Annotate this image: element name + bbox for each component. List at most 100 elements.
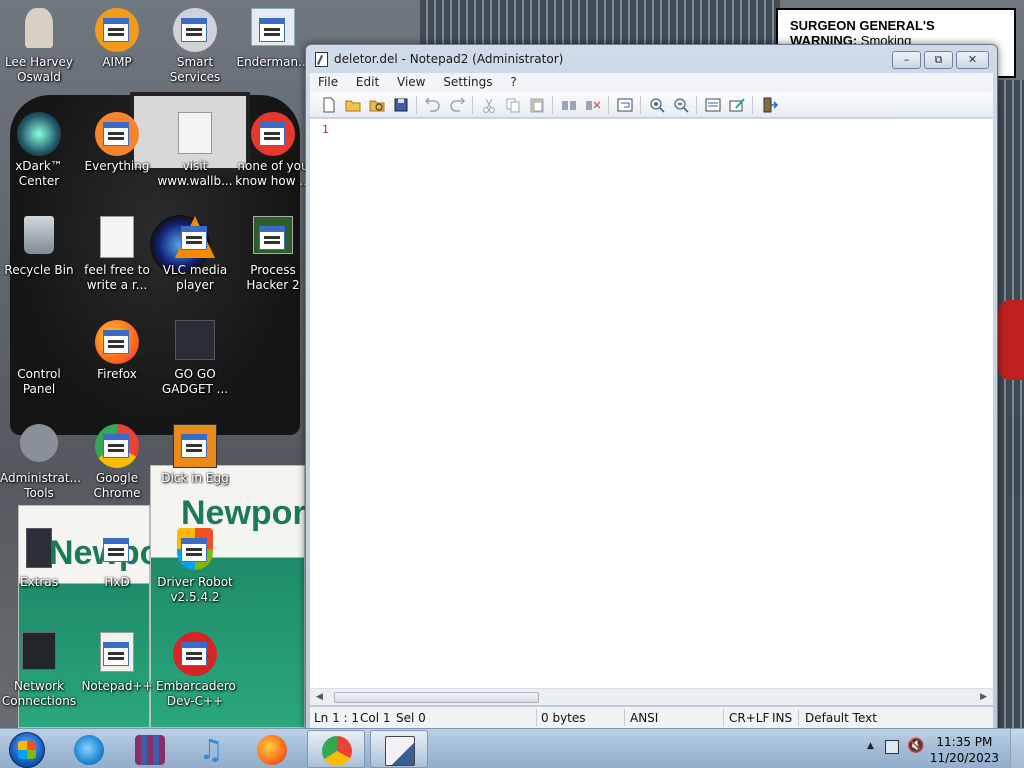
horizontal-scrollbar[interactable]: ◀ ▶ (310, 688, 993, 705)
desktop-icon-dick-in-egg[interactable]: Dick in Egg (156, 424, 234, 486)
close-button[interactable]: ✕ (956, 51, 989, 69)
desktop-icon-hxd[interactable]: HxD (78, 528, 156, 590)
chrome-icon (95, 424, 139, 468)
hex-editor-icon (95, 528, 139, 572)
customize-scheme-icon[interactable] (728, 96, 746, 114)
maximize-button[interactable]: ⧉ (924, 51, 953, 69)
taskbar-itunes[interactable]: ♫ (182, 730, 240, 768)
zoom-out-icon[interactable] (672, 96, 690, 114)
start-button[interactable] (4, 730, 50, 768)
desktop-icon-aimp[interactable]: AIMP (78, 8, 156, 70)
desktop-icon-recycle-bin[interactable]: Recycle Bin (0, 216, 78, 278)
dev-cpp-icon (173, 632, 217, 676)
menu-help[interactable]: ? (502, 73, 522, 89)
desktop-icon-dev-cpp[interactable]: Embarcadero Dev-C++ (156, 632, 236, 709)
xdark-icon (17, 112, 61, 156)
firefox-icon (95, 320, 139, 364)
restore-icon: ⧉ (934, 53, 943, 66)
status-line: Ln 1 : 1 (314, 711, 360, 725)
status-line-endings[interactable]: CR+LF (729, 711, 769, 725)
scheme-icon[interactable] (704, 96, 722, 114)
menu-edit[interactable]: Edit (348, 73, 385, 89)
application-icon (173, 424, 217, 468)
chrome-icon (322, 736, 352, 766)
zoom-in-icon[interactable] (648, 96, 666, 114)
desktop-icon-enderman[interactable]: Enderman... (234, 8, 312, 70)
desktop-icon-firefox[interactable]: Firefox (78, 320, 156, 382)
minimize-icon: – (903, 53, 910, 66)
process-hacker-icon (251, 216, 295, 260)
status-bar: Ln 1 : 1 Col 1 Sel 0 0 bytes ANSI CR+LF … (310, 707, 993, 728)
exit-icon[interactable] (760, 96, 778, 114)
notepad2-window[interactable]: deletor.del - Notepad2 (Administrator) –… (305, 44, 998, 729)
desktop-icon-extras[interactable]: Extras (0, 528, 78, 590)
network-icon (17, 632, 61, 676)
firefox-icon (257, 735, 287, 765)
notepad2-icon (315, 52, 328, 67)
character-icon (17, 8, 61, 52)
status-encoding[interactable]: ANSI (630, 711, 658, 725)
menu-settings[interactable]: Settings (435, 73, 498, 89)
desktop-icon-visit-wallb[interactable]: visit www.wallb... (156, 112, 234, 189)
open-folder-icon[interactable] (344, 96, 362, 114)
desktop-icon-lee-harvey-oswald[interactable]: Lee Harvey Oswald (0, 8, 78, 85)
show-desktop-button[interactable] (1010, 729, 1024, 768)
gear-icon (17, 424, 61, 468)
paste-icon[interactable] (528, 96, 546, 114)
undo-icon[interactable] (424, 96, 442, 114)
clock-date: 11/20/2023 (929, 751, 999, 765)
replace-icon[interactable] (584, 96, 602, 114)
menu-view[interactable]: View (389, 73, 431, 89)
clock-time: 11:35 PM (936, 735, 993, 749)
cut-icon[interactable] (480, 96, 498, 114)
find-icon[interactable] (560, 96, 578, 114)
desktop-icon-everything[interactable]: Everything (78, 112, 156, 174)
desktop-icon-none-of-you[interactable]: none of you know how ... (234, 112, 312, 189)
toolbar (310, 92, 993, 118)
scroll-left-icon[interactable]: ◀ (316, 692, 323, 702)
taskbar-winrar[interactable] (121, 730, 179, 768)
menu-file[interactable]: File (310, 73, 344, 89)
desktop-icon-vlc[interactable]: VLC media player (156, 216, 234, 293)
desktop-icon-driver-robot[interactable]: Driver Robot v2.5.4.2 (156, 528, 234, 605)
taskbar-notepad2[interactable] (370, 730, 428, 768)
taskbar-firefox[interactable] (243, 730, 301, 768)
save-icon[interactable] (392, 96, 410, 114)
window-titlebar[interactable]: deletor.del - Notepad2 (Administrator) –… (306, 45, 997, 73)
windows-logo-icon (18, 741, 36, 759)
vlc-icon (173, 216, 217, 260)
taskbar-internet-explorer[interactable] (60, 730, 118, 768)
desktop-icon-notepad-plus-plus[interactable]: Notepad++ (78, 632, 156, 694)
redo-icon[interactable] (448, 96, 466, 114)
desktop-icon-control-panel[interactable]: Control Panel (0, 320, 78, 397)
desktop-icon-feel-free[interactable]: feel free to write a r... (78, 216, 156, 293)
desktop-icon-admin-tools[interactable]: Administrat... Tools (0, 424, 81, 501)
desktop-icon-go-go-gadget[interactable]: GO GO GADGET ... (156, 320, 234, 397)
desktop-icon-process-hacker[interactable]: Process Hacker 2 (234, 216, 312, 293)
desktop-icon-google-chrome[interactable]: Google Chrome (78, 424, 156, 501)
scrollbar-thumb[interactable] (334, 692, 539, 703)
word-wrap-icon[interactable] (616, 96, 634, 114)
browse-icon[interactable] (368, 96, 386, 114)
status-size: 0 bytes (541, 711, 586, 725)
volume-muted-icon[interactable]: 🔇 (907, 738, 924, 754)
desktop-icon-network-connections[interactable]: Network Connections (0, 632, 78, 709)
network-icon[interactable] (885, 740, 899, 754)
desktop-icon-xdark-center[interactable]: xDark™ Center (0, 112, 78, 189)
desktop-icon-smart-services[interactable]: Smart Services (156, 8, 234, 85)
new-file-icon[interactable] (320, 96, 338, 114)
scroll-right-icon[interactable]: ▶ (980, 692, 987, 702)
shield-icon (173, 528, 217, 572)
folder-icon (17, 528, 61, 572)
taskbar-chrome[interactable] (307, 730, 365, 768)
application-icon (251, 112, 295, 156)
editor-content[interactable] (336, 123, 989, 143)
show-hidden-icons-icon[interactable]: ▲ (867, 741, 874, 751)
text-file-icon (95, 216, 139, 260)
gear-icon (173, 8, 217, 52)
clock[interactable]: 11:35 PM 11/20/2023 (930, 734, 999, 766)
minimize-button[interactable]: – (892, 51, 921, 69)
text-editor[interactable]: 1 (310, 118, 993, 688)
copy-icon[interactable] (504, 96, 522, 114)
status-scheme[interactable]: Default Text (805, 711, 877, 725)
